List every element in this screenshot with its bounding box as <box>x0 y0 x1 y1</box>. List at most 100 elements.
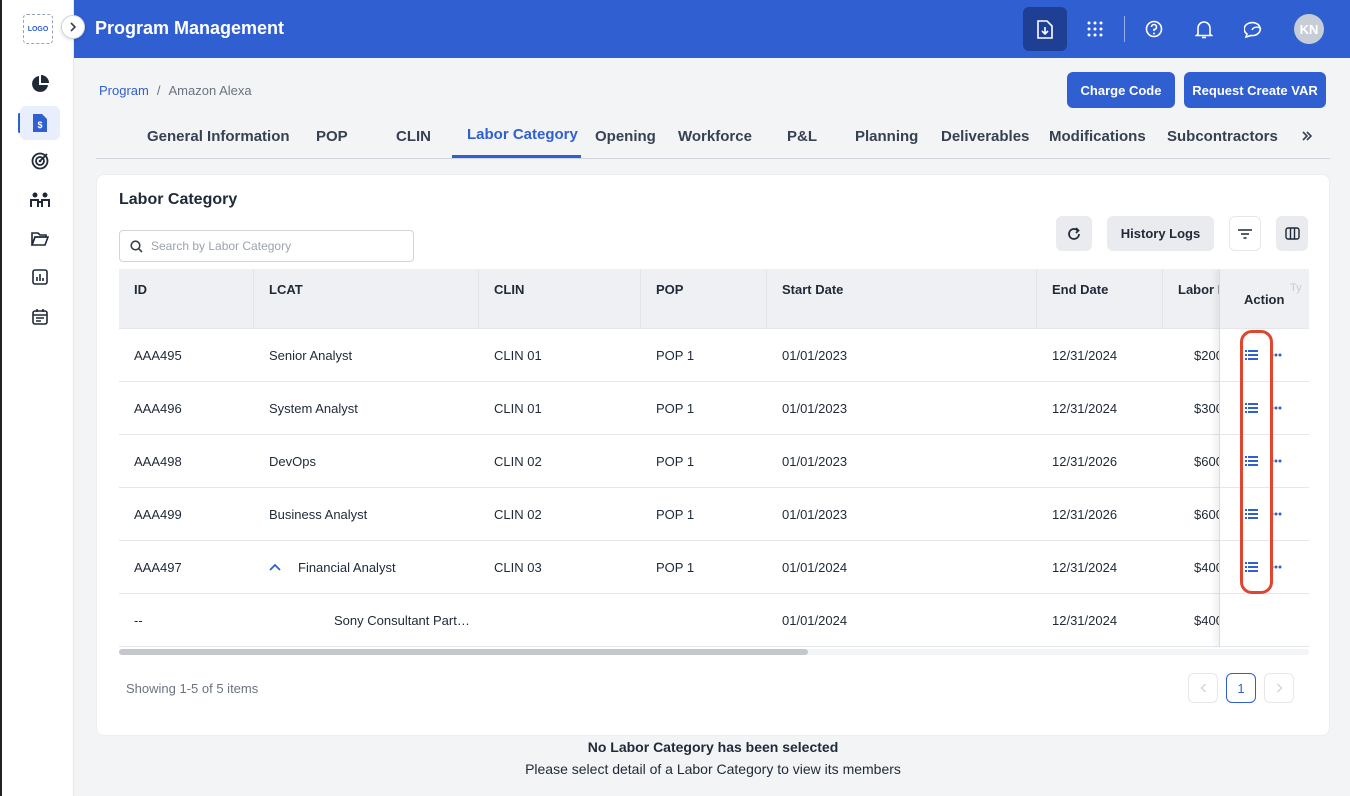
column-header-clin[interactable]: CLIN <box>494 282 524 297</box>
help-button[interactable] <box>1132 7 1176 51</box>
search-box[interactable] <box>119 230 414 262</box>
cell-start-date: 01/01/2023 <box>782 454 848 469</box>
tab-planning[interactable]: Planning <box>855 128 918 145</box>
empty-state-title: No Labor Category has been selected <box>587 739 839 755</box>
table-row[interactable]: AAA499 Business Analyst CLIN 02 POP 1 01… <box>119 488 1309 541</box>
tab-general-information[interactable]: General Information <box>147 128 290 145</box>
search-input[interactable] <box>151 239 401 253</box>
column-divider <box>766 269 767 329</box>
tab-labor-category[interactable]: Labor Category <box>467 126 578 143</box>
column-divider <box>253 269 254 329</box>
column-divider <box>640 269 641 329</box>
cell-id: AAA498 <box>134 454 182 469</box>
cell-end-date: 12/31/2024 <box>1052 348 1118 363</box>
cell-end-date: 12/31/2026 <box>1052 454 1118 469</box>
table-row[interactable]: AAA498 DevOps CLIN 02 POP 1 01/01/2023 1… <box>119 435 1309 488</box>
user-avatar[interactable]: KN <box>1294 14 1324 44</box>
columns-button[interactable] <box>1276 216 1308 251</box>
export-button[interactable] <box>1023 7 1067 51</box>
sidebar-expand-button[interactable] <box>61 15 85 39</box>
labor-category-table: ID LCAT CLIN POP Start Date End Date Lab… <box>119 269 1309 647</box>
breadcrumb-current: Amazon Alexa <box>168 83 252 98</box>
cell-end-date: 12/31/2024 <box>1052 401 1118 416</box>
page-title: Program Management <box>95 18 285 38</box>
app-logo: LOGO <box>23 14 53 44</box>
notifications-button[interactable] <box>1182 7 1226 51</box>
charge-code-button[interactable]: Charge Code <box>1067 72 1175 108</box>
table-row[interactable]: AAA497 Financial Analyst CLIN 03 POP 1 0… <box>119 541 1309 594</box>
sidebar-item-workforce[interactable] <box>20 183 60 217</box>
cell-id: AAA495 <box>134 348 182 363</box>
chevron-left-icon <box>1200 683 1206 693</box>
filter-button[interactable] <box>1229 216 1261 251</box>
chat-button[interactable] <box>1232 7 1276 51</box>
tabs-more-button[interactable] <box>1301 126 1313 147</box>
column-divider <box>1162 269 1163 329</box>
table-sub-row[interactable]: -- Sony Consultant Part… 01/01/2024 12/3… <box>119 594 1309 647</box>
chevron-right-icon <box>1276 683 1282 693</box>
svg-text:$: $ <box>37 120 42 130</box>
cell-lcat: Sony Consultant Part… <box>334 613 470 628</box>
cell-lcat: Business Analyst <box>269 507 368 522</box>
filter-lines-icon <box>1238 228 1252 239</box>
tab-opening[interactable]: Opening <box>595 128 656 145</box>
annotation-highlight-box <box>1240 330 1273 594</box>
cell-start-date: 01/01/2023 <box>782 507 848 522</box>
double-chevron-right-icon <box>1302 131 1313 141</box>
sidebar-item-documents[interactable] <box>20 222 60 256</box>
sidebar-item-reports[interactable] <box>20 260 60 294</box>
collapse-row-button[interactable] <box>269 558 281 576</box>
tab-pl[interactable]: P&L <box>787 128 817 145</box>
apps-button[interactable] <box>1073 7 1117 51</box>
scrollbar-thumb[interactable] <box>119 649 808 655</box>
tab-modifications[interactable]: Modifications <box>1049 128 1146 145</box>
refresh-button[interactable] <box>1056 216 1092 251</box>
tab-clin[interactable]: CLIN <box>396 128 431 145</box>
sidebar-item-program-management[interactable]: $ <box>20 106 60 140</box>
column-header-id[interactable]: ID <box>134 282 147 297</box>
horizontal-scrollbar[interactable] <box>119 649 1309 655</box>
column-header-end-date[interactable]: End Date <box>1052 282 1108 297</box>
card-title: Labor Category <box>119 191 238 208</box>
refresh-icon <box>1068 226 1080 240</box>
chevron-up-icon <box>269 563 281 571</box>
tab-subcontractors[interactable]: Subcontractors <box>1167 128 1278 145</box>
cell-clin: CLIN 02 <box>494 507 542 522</box>
breadcrumb-program-link[interactable]: Program <box>99 83 149 98</box>
request-create-var-button[interactable]: Request Create VAR <box>1184 72 1326 108</box>
next-page-button[interactable] <box>1264 673 1294 703</box>
tab-deliverables[interactable]: Deliverables <box>941 128 1029 145</box>
chevron-right-icon <box>70 22 77 32</box>
history-logs-button[interactable]: History Logs <box>1107 216 1214 251</box>
chat-bubble-icon <box>1244 21 1262 38</box>
cell-start-date: 01/01/2023 <box>782 348 848 363</box>
cell-clin: CLIN 03 <box>494 560 542 575</box>
tab-workforce[interactable]: Workforce <box>678 128 752 145</box>
table-row[interactable]: AAA496 System Analyst CLIN 01 POP 1 01/0… <box>119 382 1309 435</box>
bell-icon <box>1195 20 1213 38</box>
cell-id: AAA497 <box>134 560 182 575</box>
download-file-icon <box>1037 19 1053 39</box>
sidebar-item-goals[interactable] <box>20 144 60 178</box>
header-divider <box>1124 16 1125 42</box>
prev-page-button[interactable] <box>1188 673 1218 703</box>
table-row[interactable]: AAA495 Senior Analyst CLIN 01 POP 1 01/0… <box>119 329 1309 382</box>
cell-id: -- <box>134 613 143 628</box>
cell-pop: POP 1 <box>656 401 695 416</box>
top-header: Program Management KN <box>74 0 1350 58</box>
cell-clin: CLIN 01 <box>494 348 542 363</box>
column-header-start-date[interactable]: Start Date <box>782 282 843 297</box>
labor-category-card: Labor Category History Logs ID LCAT CLIN… <box>96 174 1330 736</box>
sidebar-item-calendar[interactable] <box>20 299 60 333</box>
cell-clin: CLIN 01 <box>494 401 542 416</box>
cell-start-date: 01/01/2023 <box>782 401 848 416</box>
column-header-lcat[interactable]: LCAT <box>269 282 303 297</box>
cell-end-date: 12/31/2024 <box>1052 560 1118 575</box>
cell-clin: CLIN 02 <box>494 454 542 469</box>
search-icon <box>130 239 143 253</box>
cell-id: AAA496 <box>134 401 182 416</box>
sidebar-item-dashboard[interactable] <box>20 67 60 101</box>
tab-pop[interactable]: POP <box>316 128 348 145</box>
page-number-button[interactable]: 1 <box>1226 673 1256 703</box>
column-header-pop[interactable]: POP <box>656 282 683 297</box>
